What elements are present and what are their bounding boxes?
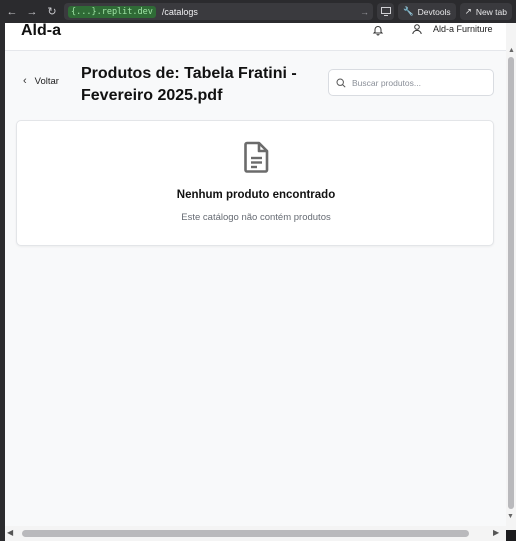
brand-logo[interactable]: Ald-a bbox=[21, 23, 61, 40]
scroll-right-icon[interactable]: ▶ bbox=[493, 528, 499, 537]
page-title: Produtos de: Tabela Fratini - Fevereiro … bbox=[81, 65, 297, 104]
empty-state-card: Nenhum produto encontrado Este catálogo … bbox=[16, 120, 494, 246]
scroll-up-icon[interactable]: ▲ bbox=[508, 47, 515, 54]
address-bar[interactable]: {...}.replit.dev /catalogs → bbox=[64, 3, 374, 20]
back-label: Voltar bbox=[34, 75, 59, 87]
empty-state-title: Nenhum produto encontrado bbox=[176, 189, 336, 201]
empty-state-subtitle: Este catálogo não contém produtos bbox=[181, 212, 331, 223]
go-arrow-icon[interactable]: → bbox=[360, 7, 369, 17]
external-link-icon: ↗ bbox=[464, 6, 472, 16]
app-header: Ald-a Ald-a Furniture bbox=[5, 23, 506, 51]
chevron-left-icon: ‹ bbox=[23, 75, 27, 87]
scroll-left-icon[interactable]: ◀ bbox=[7, 528, 13, 537]
document-icon bbox=[244, 141, 269, 173]
back-arrow-icon[interactable]: ← bbox=[4, 4, 20, 20]
wrench-icon: 🔧 bbox=[403, 6, 414, 16]
back-button[interactable]: ‹ Voltar bbox=[23, 75, 59, 87]
vertical-scroll-thumb[interactable] bbox=[508, 57, 514, 509]
vertical-scrollbar[interactable]: ▲ ▼ bbox=[506, 23, 516, 530]
url-path: /catalogs bbox=[161, 6, 198, 17]
browser-toolbar: ← → ↻ {...}.replit.dev /catalogs → 🔧 Dev… bbox=[0, 0, 516, 23]
search-icon bbox=[336, 77, 346, 88]
new-tab-button[interactable]: ↗ New tab bbox=[459, 3, 512, 20]
user-menu[interactable]: Ald-a Furniture bbox=[411, 23, 493, 35]
screen-icon[interactable] bbox=[377, 3, 395, 20]
url-host: {...}.replit.dev bbox=[68, 5, 156, 18]
horizontal-scroll-thumb[interactable] bbox=[22, 530, 469, 537]
user-icon bbox=[412, 24, 422, 35]
devtools-label: Devtools bbox=[417, 6, 451, 17]
reload-icon[interactable]: ↻ bbox=[44, 4, 60, 20]
bell-icon[interactable] bbox=[372, 24, 384, 36]
search-input[interactable] bbox=[352, 77, 482, 88]
new-tab-label: New tab bbox=[475, 6, 507, 17]
page-viewport: Ald-a Ald-a Furniture ‹ Voltar Produtos … bbox=[5, 23, 506, 530]
forward-arrow-icon[interactable]: → bbox=[24, 4, 40, 20]
devtools-button[interactable]: 🔧 Devtools bbox=[398, 3, 456, 20]
horizontal-scrollbar[interactable]: ◀ ▶ bbox=[5, 526, 506, 541]
user-name: Ald-a Furniture bbox=[433, 24, 493, 34]
search-box[interactable] bbox=[328, 69, 494, 96]
scroll-down-icon[interactable]: ▼ bbox=[507, 513, 514, 520]
